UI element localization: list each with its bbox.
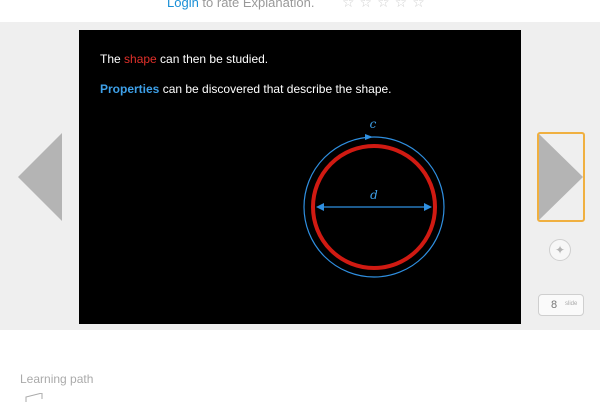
login-link[interactable]: Login [167,0,199,10]
next-slide-button[interactable] [537,132,585,222]
diameter-label: d [370,188,378,202]
triangle-right-icon [539,134,583,220]
circle-diagram: c d [303,117,445,278]
previous-slide-button[interactable] [16,133,64,223]
slide-canvas: The shape can then be studied. Propertie… [79,30,521,324]
triangle-left-icon [18,133,62,221]
page-counter[interactable]: 8 slide [538,294,584,316]
star-rating[interactable]: ☆☆☆☆☆ [342,0,430,11]
diameter-arrow-right-icon [424,203,432,211]
circumference-label: c [370,117,377,131]
circumference-arrow-icon [365,134,373,140]
page-suffix: slide [565,301,578,307]
slide-viewer: The shape can then be studied. Propertie… [0,22,600,330]
zoom-button[interactable]: ✦ [549,239,571,261]
book-icon[interactable] [24,393,44,403]
diameter-arrow-left-icon [316,203,324,211]
page-number: 8 [551,299,558,311]
rate-prompt: Login to rate Explanation. [167,0,314,10]
compass-icon: ✦ [554,243,566,257]
learning-path-label: Learning path [20,372,94,386]
rating-bar: Login to rate Explanation. ☆☆☆☆☆ [0,0,600,22]
rate-prompt-text: to rate Explanation. [198,0,315,10]
